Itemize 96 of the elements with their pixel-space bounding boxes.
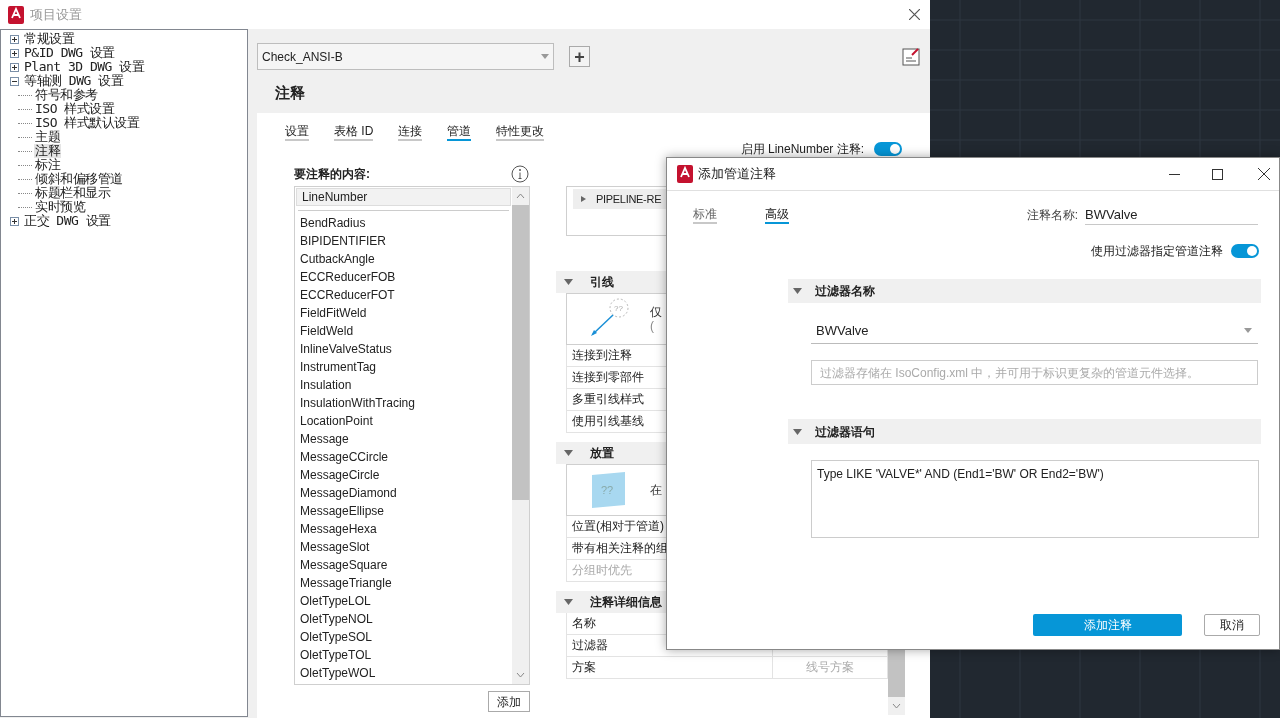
- list-item[interactable]: InlineValveStatus: [295, 340, 512, 358]
- add-button[interactable]: 添加: [488, 691, 530, 712]
- tree-item[interactable]: 主题: [34, 130, 61, 144]
- tree-item[interactable]: 常规设置: [23, 32, 75, 46]
- list-item[interactable]: OletTypeWOL: [295, 664, 512, 682]
- window-title: 项目设置: [30, 5, 82, 24]
- section-header[interactable]: 过滤器语句: [788, 419, 1261, 444]
- list-label: 要注释的内容:: [294, 166, 370, 183]
- export-icon[interactable]: [902, 47, 921, 66]
- tree-item[interactable]: 倾斜和偏移管道: [34, 172, 124, 186]
- filter-dropdown[interactable]: BWValve: [811, 318, 1258, 344]
- section-header[interactable]: 过滤器名称: [788, 279, 1261, 303]
- placement-preview-icon: ??: [592, 472, 625, 508]
- tab[interactable]: 标准: [693, 206, 717, 224]
- list-item[interactable]: Message: [295, 430, 512, 448]
- tree-item[interactable]: 标题栏和显示: [34, 186, 111, 200]
- tree-item[interactable]: 注释: [34, 144, 61, 158]
- expand-icon[interactable]: [10, 216, 19, 226]
- preview-text: (: [650, 319, 655, 333]
- app-logo-icon: [8, 5, 24, 24]
- list-item[interactable]: MessageCCircle: [295, 448, 512, 466]
- tree-item[interactable]: P&ID DWG 设置: [23, 46, 116, 60]
- list-item[interactable]: MessageHexa: [295, 520, 512, 538]
- expand-arrow-icon[interactable]: [579, 196, 588, 202]
- list-item[interactable]: Insulation: [295, 376, 512, 394]
- list-item[interactable]: OletTypeTOL: [295, 646, 512, 664]
- list-item[interactable]: ECCReducerFOB: [295, 268, 512, 286]
- collapse-arrow-icon[interactable]: [564, 279, 573, 285]
- list-item[interactable]: OletTypeSOL: [295, 628, 512, 646]
- list-item[interactable]: MessageSlot: [295, 538, 512, 556]
- toggle-label: 使用过滤器指定管道注释: [1091, 243, 1223, 260]
- list-item[interactable]: MessageEllipse: [295, 502, 512, 520]
- expand-icon[interactable]: [10, 48, 19, 58]
- collapse-arrow-icon[interactable]: [564, 450, 573, 456]
- expand-icon[interactable]: [10, 34, 19, 44]
- tree-item[interactable]: Plant 3D DWG 设置: [23, 60, 146, 74]
- list-item[interactable]: MessageTriangle: [295, 574, 512, 592]
- list-item[interactable]: BIPIDENTIFIER: [295, 232, 512, 250]
- tree-item[interactable]: ISO 样式设置: [34, 102, 116, 116]
- info-icon[interactable]: [511, 165, 529, 183]
- cancel-button[interactable]: 取消: [1204, 614, 1260, 636]
- list-item[interactable]: InsulationWithTracing: [295, 394, 512, 412]
- preview-text: 仅: [650, 305, 662, 319]
- filter-description-field[interactable]: 过滤器存储在 IsoConfig.xml 中，并可用于标识更复杂的管道元件选择。: [811, 360, 1258, 385]
- tab[interactable]: 连接: [398, 123, 423, 141]
- tree-item[interactable]: 标注: [34, 158, 61, 172]
- collapse-icon[interactable]: [10, 76, 19, 86]
- maximize-icon[interactable]: [1212, 168, 1223, 180]
- dropdown-caret-icon: [541, 54, 549, 59]
- tree-item[interactable]: 实时预览: [34, 200, 86, 214]
- tree-item[interactable]: ISO 样式默认设置: [34, 116, 141, 130]
- list-item[interactable]: ECCReducerFOT: [295, 286, 512, 304]
- tab[interactable]: 高级: [765, 206, 789, 224]
- expand-icon[interactable]: [10, 62, 19, 72]
- list-item[interactable]: CutbackAngle: [295, 250, 512, 268]
- toggle-label: 启用 LineNumber 注释:: [740, 141, 864, 158]
- collapse-arrow-icon[interactable]: [793, 288, 802, 294]
- close-icon[interactable]: [1258, 168, 1270, 180]
- list-item[interactable]: InstrumentTag: [295, 358, 512, 376]
- scrollbar-thumb[interactable]: [512, 205, 529, 500]
- name-field[interactable]: BWValve: [1085, 205, 1258, 225]
- list-item[interactable]: MessageCircle: [295, 466, 512, 484]
- list-item[interactable]: OletTypeLOL: [295, 592, 512, 610]
- list-item[interactable]: LocationPoint: [295, 412, 512, 430]
- list-item[interactable]: MessageSquare: [295, 556, 512, 574]
- list-item[interactable]: FieldWeld: [295, 322, 512, 340]
- toggle-switch[interactable]: [1231, 244, 1259, 258]
- collapse-arrow-icon[interactable]: [564, 599, 573, 605]
- add-style-button[interactable]: +: [569, 46, 590, 67]
- dialog-title: 添加管道注释: [698, 165, 776, 184]
- tab[interactable]: 特性更改: [496, 123, 545, 141]
- scrollbar[interactable]: [512, 187, 529, 684]
- style-dropdown[interactable]: Check_ANSI-B: [257, 43, 554, 70]
- property-label: 方案: [567, 657, 773, 678]
- tree-item[interactable]: 等轴测 DWG 设置: [23, 74, 125, 88]
- list-item[interactable]: LineNumber: [296, 188, 511, 206]
- list-item[interactable]: FieldFitWeld: [295, 304, 512, 322]
- toggle-switch[interactable]: [874, 142, 902, 156]
- collapse-arrow-icon[interactable]: [793, 428, 802, 435]
- dropdown-caret-icon: [1244, 328, 1252, 333]
- close-icon[interactable]: [909, 9, 920, 20]
- field-label: 注释名称:: [1026, 207, 1078, 224]
- property-value: 线号方案: [805, 659, 855, 676]
- filter-statement-field[interactable]: Type LIKE 'VALVE*' AND (End1='BW' OR End2='BW'): [811, 460, 1259, 538]
- list-item[interactable]: MessageDiamond: [295, 484, 512, 502]
- scrollbar-thumb[interactable]: [888, 650, 905, 697]
- tree-item[interactable]: 正交 DWG 设置: [23, 214, 112, 228]
- preview-text: 在: [650, 483, 662, 497]
- tab[interactable]: 设置: [285, 123, 309, 141]
- list-item[interactable]: OletTypeNOL: [295, 610, 512, 628]
- tab[interactable]: 管道: [447, 123, 472, 141]
- tree-item[interactable]: 符号和参考: [34, 88, 99, 102]
- list-item[interactable]: BendRadius: [295, 214, 512, 232]
- section-heading: 注释: [275, 83, 306, 103]
- tab[interactable]: 表格 ID: [334, 123, 374, 141]
- app-logo-icon: [677, 165, 693, 183]
